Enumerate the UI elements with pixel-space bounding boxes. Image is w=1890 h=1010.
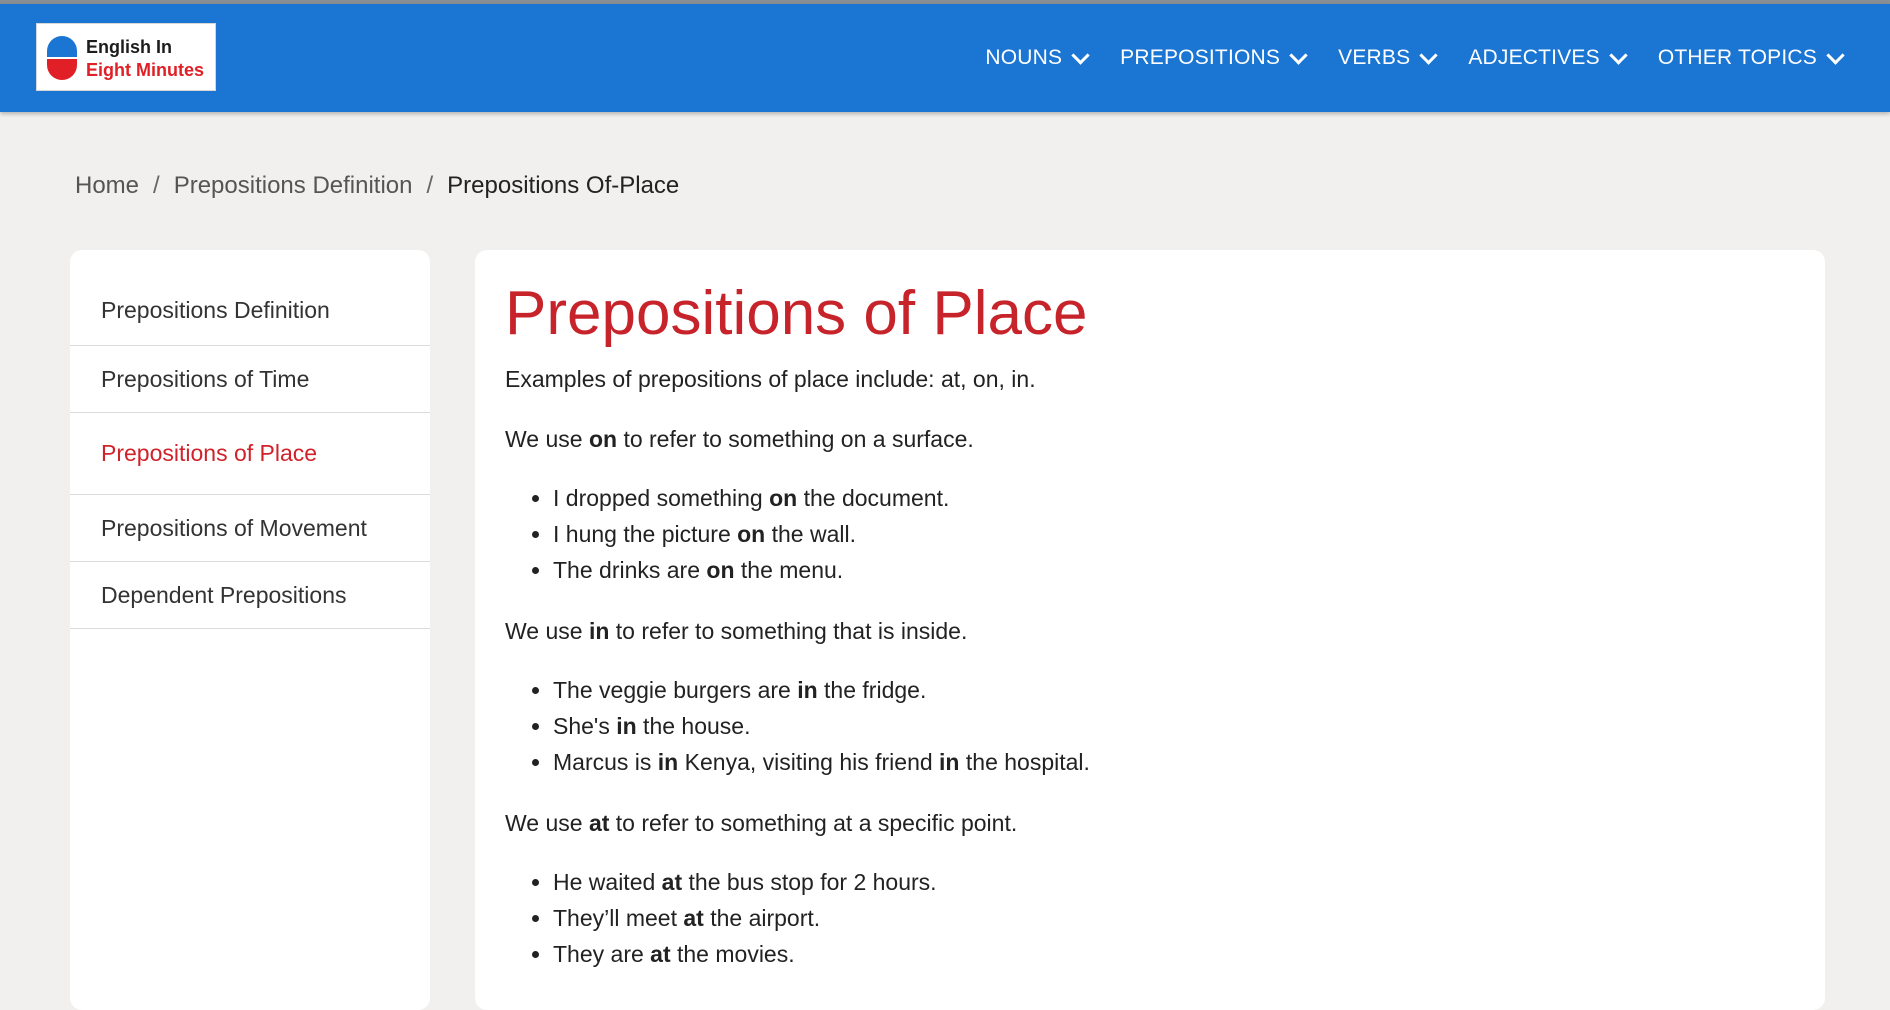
chevron-down-icon [1826,45,1845,65]
rule-paragraph-on: We use on to refer to something on a sur… [505,426,974,452]
sidebar-item-dependent-prepositions[interactable]: Dependent Prepositions [70,562,430,629]
nav-label: NOUNS [985,46,1063,69]
list-item: The drinks are on the menu. [553,552,949,588]
nav-other-topics[interactable]: OTHER TOPICS [1657,45,1845,70]
breadcrumb-section-link[interactable]: Prepositions Definition [174,172,413,200]
nav-label: VERBS [1338,46,1411,69]
logo-text-line2: Eight Minutes [86,60,204,80]
examples-list-at: He waited at the bus stop for 2 hours. T… [505,864,937,972]
intro-paragraph: Examples of prepositions of place includ… [505,366,1036,392]
list-item: They are at the movies. [553,936,937,972]
list-item: She's in the house. [553,708,1090,744]
rule-paragraph-in: We use in to refer to something that is … [505,618,968,644]
nav-label: PREPOSITIONS [1120,46,1281,69]
sidebar-menu: Prepositions Definition Prepositions of … [70,250,430,1010]
nav-label: OTHER TOPICS [1657,46,1817,69]
sidebar-item-prepositions-of-time[interactable]: Prepositions of Time [70,346,430,413]
nav-prepositions[interactable]: PREPOSITIONS [1120,45,1308,70]
breadcrumb-separator: / [153,172,160,199]
logo-circle-icon [47,36,77,80]
sidebar-item-prepositions-of-movement[interactable]: Prepositions of Movement [70,495,430,562]
site-logo[interactable]: English In Eight Minutes [36,23,216,91]
sidebar-item-prepositions-of-place[interactable]: Prepositions of Place [70,413,430,495]
site-header: English In Eight Minutes NOUNS PREPOSITI… [0,4,1890,112]
logo-text-line1: English In [86,37,173,57]
breadcrumb-home-link[interactable]: Home [75,172,139,200]
breadcrumb-separator: / [426,172,434,199]
list-item: I dropped something on the document. [553,480,949,516]
examples-list-on: I dropped something on the document. I h… [505,480,949,588]
article-card: Prepositions of Place Examples of prepos… [475,250,1825,1010]
sidebar-item-prepositions-definition[interactable]: Prepositions Definition [70,275,430,346]
breadcrumb-current: Prepositions Of-Place [447,172,680,199]
page-title: Prepositions of Place [505,279,1088,348]
rule-paragraph-at: We use at to refer to something at a spe… [505,810,1018,836]
nav-nouns[interactable]: NOUNS [985,45,1090,70]
list-item: He waited at the bus stop for 2 hours. [553,864,937,900]
list-item: I hung the picture on the wall. [553,516,949,552]
list-item: Marcus is in Kenya, visiting his friend … [553,744,1090,780]
nav-verbs[interactable]: VERBS [1338,45,1439,70]
list-item: They’ll meet at the airport. [553,900,937,936]
main-nav: NOUNS PREPOSITIONS VERBS ADJECTIVES OTHE… [952,4,1845,112]
chevron-down-icon [1289,45,1308,65]
list-item: The veggie burgers are in the fridge. [553,672,1090,708]
nav-adjectives[interactable]: ADJECTIVES [1468,45,1628,70]
examples-list-in: The veggie burgers are in the fridge. Sh… [505,672,1090,780]
breadcrumb: Home / Prepositions Definition / Preposi… [75,172,679,200]
nav-label: ADJECTIVES [1468,46,1600,69]
chevron-down-icon [1609,45,1628,65]
chevron-down-icon [1419,45,1439,65]
chevron-down-icon [1071,45,1090,65]
